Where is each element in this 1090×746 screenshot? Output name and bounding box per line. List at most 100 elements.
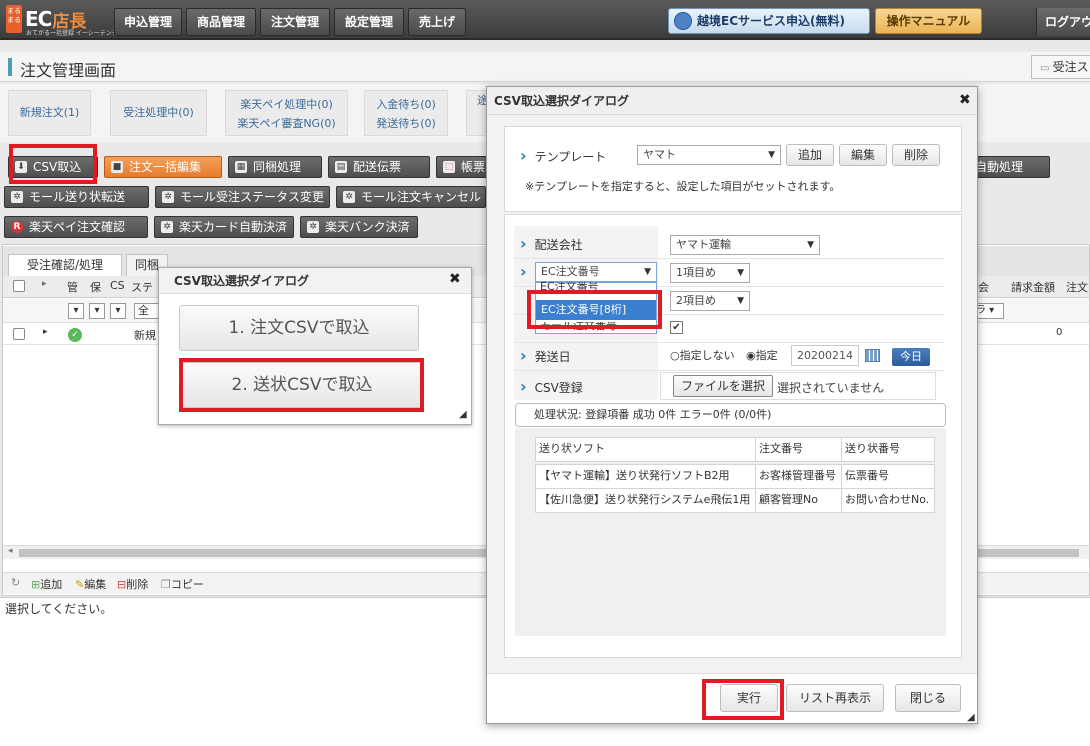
copy-row-button[interactable]: ❐コピー xyxy=(161,576,204,592)
mall-cancel-button[interactable]: ✲ モール注文キャンセル xyxy=(336,186,486,208)
template-delete-button[interactable]: 削除 xyxy=(892,144,940,166)
small-dialog-close-icon[interactable]: ✖ xyxy=(449,271,461,287)
close-button[interactable]: 閉じる xyxy=(895,684,961,712)
status-processing[interactable]: 受注処理中(0) xyxy=(110,90,207,136)
slip-button[interactable]: ▤ 配送伝票 xyxy=(328,156,430,178)
table-header-software: 送り状ソフト xyxy=(535,437,756,462)
delete-label: 削除 xyxy=(126,578,149,591)
check-ok-icon: ✓ xyxy=(68,328,82,342)
table-cell[interactable]: お問い合わせNo. xyxy=(841,488,935,513)
app-logo[interactable]: まるまる EC 店長 おてがる一括登録 イーシーテンチョウ xyxy=(6,4,130,37)
calendar-icon[interactable] xyxy=(865,349,880,362)
tab-order-confirm[interactable]: 受注確認/処理 xyxy=(8,254,122,276)
highlight-8-digit-option xyxy=(527,290,662,329)
pencil-icon: ✎ xyxy=(75,578,85,591)
refresh-icon[interactable]: ↻ xyxy=(11,576,20,589)
big-dialog-resize-icon[interactable]: ◢ xyxy=(967,712,975,723)
add-icon: ⊞ xyxy=(31,578,41,591)
mall-ship-transfer-button[interactable]: ✲ モール送り状転送 xyxy=(4,186,149,208)
big-dialog-close-icon[interactable]: ✖ xyxy=(959,92,971,108)
small-dialog-resize-icon[interactable]: ◢ xyxy=(459,409,467,420)
header-cs[interactable]: CS xyxy=(110,279,125,292)
invoice-button[interactable]: ⬚ 帳票 xyxy=(436,156,488,178)
bundle-button[interactable]: ▦ 同梱処理 xyxy=(228,156,322,178)
import-order-csv-button[interactable]: 1. 注文CSVで取込 xyxy=(179,305,419,351)
template-label: テンプレート xyxy=(520,146,607,165)
table-cell[interactable]: 【ヤマト運輸】送り状発行ソフトB2用 xyxy=(535,464,756,489)
header-kan[interactable]: 管 xyxy=(67,279,78,295)
status-rakuten-pay[interactable]: 楽天ペイ処理中(0) 楽天ペイ審査NG(0) xyxy=(225,90,348,136)
status-new-orders[interactable]: 新規注文(1) xyxy=(8,90,91,136)
header-billing-amount[interactable]: 請求金額 xyxy=(1011,279,1055,295)
manual-button[interactable]: 操作マニュアル xyxy=(875,8,982,34)
template-select[interactable]: ヤマト ▼ xyxy=(637,145,781,165)
item-1-value: 1項目め xyxy=(676,266,716,279)
ship-date-input[interactable]: 20200214 xyxy=(791,345,859,366)
header-kai[interactable]: 会 xyxy=(978,279,989,295)
receive-status-button[interactable]: ▭ 受注ス xyxy=(1031,55,1090,79)
header-ho[interactable]: 保 xyxy=(90,279,101,295)
add-row-button[interactable]: ⊞追加 xyxy=(31,576,62,592)
status-more[interactable]: 途 xyxy=(466,90,488,136)
logo-mark: まるまる xyxy=(6,5,22,33)
row-expand-icon[interactable]: ▸ xyxy=(43,327,48,337)
filter-cs-dropdown[interactable]: ▾ xyxy=(110,303,126,319)
ec-order-number-select[interactable]: EC注文番号 ▼ xyxy=(535,262,657,282)
invoice-label: 帳票 xyxy=(461,160,486,174)
logout-button[interactable]: ログアウ xyxy=(1036,8,1090,36)
nav-application[interactable]: 申込管理 xyxy=(114,8,182,36)
rakuten-bank-button[interactable]: ✲ 楽天バンク決済 xyxy=(300,216,418,238)
status-rakuten-pay-ng: 楽天ペイ審査NG(0) xyxy=(237,117,336,130)
scroll-left-icon[interactable]: ◂ xyxy=(8,546,13,556)
reload-list-button[interactable]: リスト再表示 xyxy=(786,684,884,712)
chevron-down-icon: ▼ xyxy=(737,268,744,278)
mall-cancel-label: モール注文キャンセル xyxy=(361,190,482,204)
filter-kan-dropdown[interactable]: ▾ xyxy=(68,303,84,319)
mall-status-change-button[interactable]: ✲ モール受注ステータス変更 xyxy=(155,186,330,208)
header-order[interactable]: 注文 xyxy=(1066,279,1088,295)
choose-file-button[interactable]: ファイルを選択 xyxy=(673,375,773,397)
today-button[interactable]: 今日 xyxy=(892,348,930,366)
mall-ship-transfer-label: モール送り状転送 xyxy=(29,190,126,204)
item-1-select[interactable]: 1項目め ▼ xyxy=(670,263,750,283)
table-cell[interactable]: 伝票番号 xyxy=(841,464,935,489)
edit-row-button[interactable]: ✎編集 xyxy=(75,576,106,592)
rakuten-pay-confirm-button[interactable]: R 楽天ペイ注文確認 xyxy=(4,216,148,238)
nav-settings[interactable]: 設定管理 xyxy=(334,8,404,36)
table-cell[interactable]: 顧客管理No xyxy=(755,488,842,513)
option-checkbox[interactable]: ✔ xyxy=(670,321,683,334)
carrier-select[interactable]: ヤマト運輸 ▼ xyxy=(670,235,820,255)
no-file-text: 選択されていません xyxy=(777,381,885,395)
row-divider xyxy=(514,370,944,371)
title-accent xyxy=(8,58,12,76)
ship-date-set-radio[interactable]: ◉指定 xyxy=(746,347,778,363)
gear-icon: ✲ xyxy=(343,191,355,203)
copy-label: コピー xyxy=(170,578,204,591)
rakuten-card-button[interactable]: ✲ 楽天カード自動決済 xyxy=(154,216,294,238)
header-status[interactable]: ステ xyxy=(131,279,153,295)
ship-date-none-radio[interactable]: ○指定しない xyxy=(670,347,735,363)
bulk-edit-button[interactable]: ■ 注文一括編集 xyxy=(104,156,222,178)
message-text: 選択してください。 xyxy=(5,602,113,616)
template-edit-button[interactable]: 編集 xyxy=(839,144,887,166)
template-add-button[interactable]: 追加 xyxy=(786,144,834,166)
nav-order[interactable]: 注文管理 xyxy=(260,8,330,36)
cross-border-ec-button[interactable]: 越境ECサービス申込(無料) xyxy=(668,8,870,34)
chevron-down-icon: ▼ xyxy=(807,240,814,250)
bundle-label: 同梱処理 xyxy=(253,160,302,174)
select-all-checkbox[interactable] xyxy=(13,280,25,292)
page-title: 注文管理画面 xyxy=(20,61,117,80)
mall-status-change-label: モール受注ステータス変更 xyxy=(180,190,325,204)
status-payment-shipping[interactable]: 入金待ち(0) 発送待ち(0) xyxy=(364,90,448,136)
table-cell[interactable]: 【佐川急便】送り状発行システムe飛伝1用 xyxy=(535,488,756,513)
item-2-select[interactable]: 2項目め ▼ xyxy=(670,291,750,311)
chevron-down-icon: ▼ xyxy=(737,296,744,306)
table-cell[interactable]: お客様管理番号 xyxy=(755,464,842,489)
nav-product[interactable]: 商品管理 xyxy=(186,8,256,36)
add-label: 追加 xyxy=(40,578,63,591)
filter-ho-dropdown[interactable]: ▾ xyxy=(89,303,105,319)
row-checkbox[interactable] xyxy=(13,328,25,340)
nav-sales[interactable]: 売上げ xyxy=(408,8,466,36)
gear-icon: ✲ xyxy=(161,221,173,233)
delete-row-button[interactable]: ⊟削除 xyxy=(117,576,148,592)
